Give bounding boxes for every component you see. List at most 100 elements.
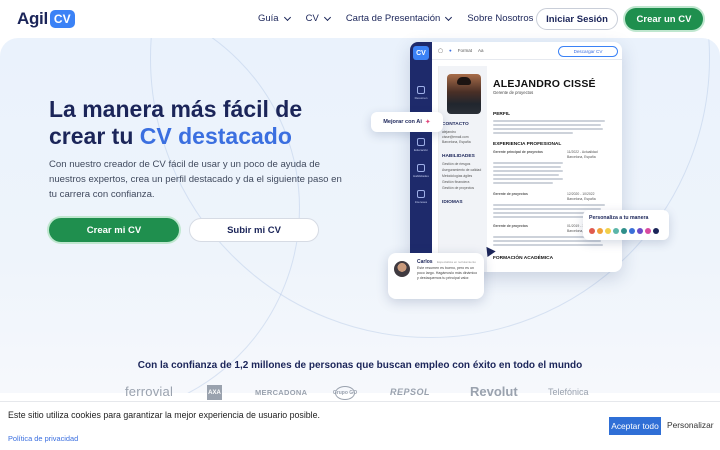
sidebar-label: Intereses	[414, 200, 428, 204]
cv-education-heading: FORMACIÓN ACADÉMICA	[493, 256, 554, 261]
cv-text-line	[493, 182, 553, 184]
improve-with-ai-pill: Mejorar con Ai ✦	[371, 112, 443, 132]
color-swatch	[605, 228, 611, 234]
cv-skill: Gestión financiera	[442, 180, 470, 184]
menu-item-label: Sobre Nosotros	[467, 13, 534, 24]
comment-icon: ◯	[438, 47, 444, 53]
cv-text-line	[493, 120, 605, 122]
hero-lead: Con nuestro creador de CV fácil de usar …	[49, 159, 342, 200]
login-button[interactable]: Iniciar Sesión	[536, 8, 618, 30]
cv-contact-heading: CONTACTO	[442, 122, 469, 127]
color-dot-icon: ●	[449, 48, 452, 53]
cv-text-line	[493, 208, 601, 210]
menu-item-carta[interactable]: Carta de Presentación	[346, 13, 453, 24]
brand-logo-axa: AXA	[207, 385, 222, 400]
customize-title: Personaliza a tu manera	[589, 215, 649, 221]
color-swatch	[597, 228, 603, 234]
avatar	[394, 261, 410, 277]
cv-skill: Gestión de proyectos	[442, 186, 475, 190]
menu-item-guia[interactable]: Guía	[258, 13, 291, 24]
cv-skills-heading: HABILIDADES	[442, 154, 475, 159]
menu-item-label: Guía	[258, 13, 279, 24]
customize-cookies-button[interactable]: Personalizar	[667, 420, 714, 430]
cv-skill: Aseguramiento de calidad	[442, 168, 482, 172]
text-size-icon: Aa	[478, 48, 484, 53]
menu-item-label: CV	[305, 13, 319, 24]
cv-name: ALEJANDRO CISSÉ	[493, 78, 596, 90]
sidebar-label: Resumen	[414, 96, 428, 100]
menu-item-sobre-nosotros[interactable]: Sobre Nosotros	[467, 13, 533, 24]
brand-logo-ferrovial: ferrovial	[125, 384, 174, 399]
cv-page: CONTACTO alejandro cisse@email.com Barce…	[438, 66, 614, 272]
cv-contact-line: cisse@email.com	[442, 135, 469, 139]
cookie-message: Este sitio utiliza cookies para garantiz…	[8, 410, 320, 420]
brand-logos: ferrovial AXA MERCADONA Grupo GO REPSOL …	[0, 384, 720, 402]
agilcv-logo[interactable]: Agil CV	[17, 9, 75, 29]
cv-skill: Gestión de riesgos	[442, 162, 471, 166]
color-swatch	[629, 228, 635, 234]
hero-title: La manera más fácil de crear tu CV desta…	[49, 96, 302, 150]
cv-text-line	[493, 174, 559, 176]
cv-role: Gerente de proyectos	[493, 90, 534, 95]
color-swatch	[589, 228, 595, 234]
color-swatch	[613, 228, 619, 234]
hero-title-prefix: crear tu	[49, 123, 140, 149]
cv-job-place: Barcelona, España	[567, 197, 596, 201]
comment-author-role: Especialista en reclutamiento	[437, 260, 477, 264]
cv-text-line	[493, 244, 603, 246]
cv-job-title: Gerente principal de proyectos	[493, 150, 543, 154]
brand-logo-mercadona: MERCADONA	[255, 388, 308, 397]
cv-job-dates: 12/2020 - 10/2022	[567, 192, 595, 196]
cv-left-column: CONTACTO alejandro cisse@email.com Barce…	[439, 66, 487, 272]
hero-title-line2: crear tu CV destacado	[49, 123, 302, 150]
cv-skill: Metodologías ágiles	[442, 174, 473, 178]
resumen-icon	[417, 86, 425, 94]
accept-all-button[interactable]: Aceptar todo	[609, 417, 661, 435]
main-menu: Guía CV Carta de Presentación Sobre Noso…	[258, 13, 549, 24]
intereses-icon	[417, 190, 425, 198]
cv-text-line	[493, 178, 563, 180]
educacion-icon	[417, 138, 425, 146]
privacy-policy-link[interactable]: Política de privacidad	[8, 434, 78, 443]
cv-job-dates: 11/2022 - Actualidad	[567, 150, 598, 154]
cv-text-line	[493, 128, 603, 130]
hero-title-line1: La manera más fácil de	[49, 96, 303, 122]
cv-text-line	[493, 166, 561, 168]
chevron-down-icon	[323, 13, 331, 21]
menu-item-cv[interactable]: CV	[305, 13, 331, 24]
editor-sidebar: CV Resumen Experiencia Educación Habilid…	[410, 42, 432, 272]
create-cv-button[interactable]: Crear mi CV	[49, 218, 179, 242]
color-swatch	[645, 228, 651, 234]
cv-contact-line: Barcelona, España	[442, 140, 471, 144]
create-cv-nav-button[interactable]: Crear un CV	[625, 8, 703, 30]
customize-card: Personaliza a tu manera	[583, 210, 669, 240]
brand-logo-grupo-go: Grupo GO	[333, 386, 357, 400]
cv-profile-heading: PERFIL	[493, 112, 511, 117]
brand-logo-repsol: REPSOL	[390, 387, 431, 397]
cv-job-title: Gerente de proyectos	[493, 224, 528, 228]
cv-text-line	[493, 204, 605, 206]
color-swatch	[653, 228, 659, 234]
sparkle-icon: ✦	[424, 119, 431, 126]
brand-logo-telefonica: Telefónica	[548, 387, 589, 397]
top-nav: Agil CV Guía CV Carta de Presentación So…	[0, 0, 720, 38]
cv-languages-heading: IDIOMAS	[442, 200, 463, 205]
chevron-down-icon	[445, 13, 453, 21]
cv-photo	[447, 74, 481, 114]
cv-text-line	[493, 162, 563, 164]
hero-title-highlight: CV destacado	[139, 123, 292, 149]
brand-logo-revolut: Revolut	[470, 384, 518, 399]
habilidades-icon	[417, 164, 425, 172]
download-cv-button: Descargar CV	[558, 46, 618, 57]
cv-job-title: Gerente de proyectos	[493, 192, 528, 196]
cv-text-line	[493, 170, 563, 172]
cv-text-line	[493, 132, 573, 134]
cv-job-place: Barcelona, España	[567, 155, 596, 159]
cv-text-line	[493, 240, 601, 242]
sidebar-label: Habilidades	[413, 174, 429, 178]
upload-cv-button[interactable]: Subir mi CV	[189, 218, 319, 242]
sidebar-label: Educación	[413, 148, 428, 152]
color-swatch	[637, 228, 643, 234]
comment-author: Carlos	[417, 259, 433, 265]
chevron-down-icon	[283, 13, 291, 21]
